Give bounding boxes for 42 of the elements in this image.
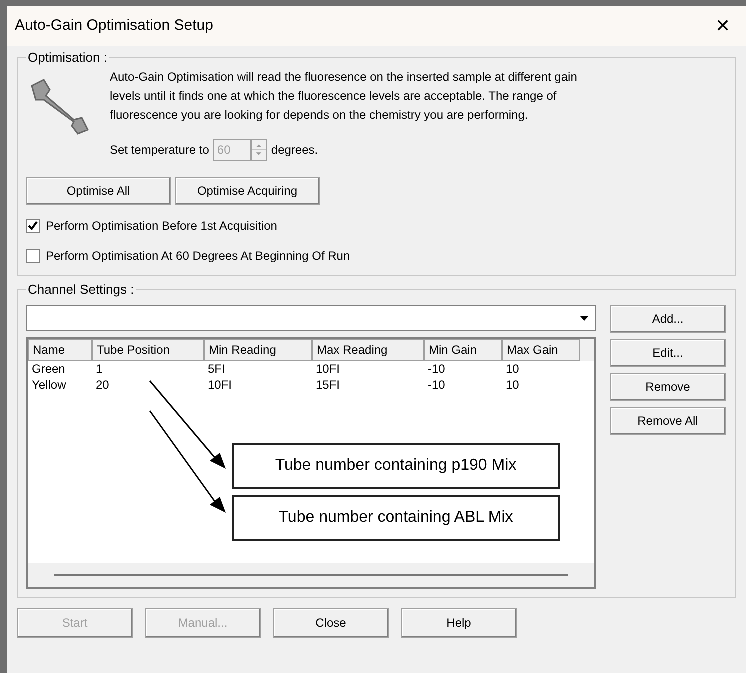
callout-box: Tube number containing ABL Mix [232, 495, 560, 541]
side-button[interactable]: Remove All [610, 407, 726, 435]
callout-box: Tube number containing p190 Mix [232, 443, 560, 489]
table-cell-text: 1 [95, 361, 104, 377]
window-title: Auto-Gain Optimisation Setup [15, 16, 214, 36]
group-label: Channel Settings : [27, 280, 136, 299]
horizontal-scrollbar[interactable] [28, 563, 594, 587]
table-cell-text: Green [31, 361, 66, 377]
footer-button[interactable]: Help [401, 608, 517, 638]
footer-button[interactable]: Close [273, 608, 389, 638]
checkbox[interactable] [26, 218, 40, 232]
side-button[interactable]: Add... [610, 305, 726, 333]
table-cell-text: 20 [95, 377, 110, 393]
column-header[interactable]: Max Gain [502, 339, 580, 361]
table-cell-text: 10 [505, 377, 520, 393]
table-cell-text: 15FI [315, 377, 342, 393]
column-header[interactable]: Max Reading [312, 339, 424, 361]
table-cell-text: 10 [505, 361, 520, 377]
checkbox-label: Perform Optimisation Before 1st Acquisition [46, 218, 278, 234]
channel-dropdown[interactable] [26, 305, 596, 331]
column-header[interactable]: Min Gain [424, 339, 502, 361]
column-header[interactable]: Tube Position [92, 339, 204, 361]
side-button[interactable]: Edit... [610, 339, 726, 367]
side-button[interactable]: Remove [610, 373, 726, 401]
checkbox-label: Perform Optimisation At 60 Degrees At Beginning Of Run [46, 248, 350, 264]
close-button[interactable]: ✕ [708, 12, 738, 40]
table-cell-text: 10FI [207, 377, 234, 393]
optimise-button[interactable]: Optimise All [26, 176, 171, 204]
caret-icon [580, 316, 588, 320]
checkbox[interactable] [26, 248, 40, 262]
temperature-label: Set temperature to [110, 142, 210, 158]
group-label: Optimisation : [27, 49, 108, 67]
table-cell-text: 5FI [207, 361, 226, 377]
description-text: Auto-Gain Optimisation will read the fluoresence on the inserted sample at different gain levels until it finds one at which the fluorescence levels are acceptable. The range of fluorescence you are looking for depends on the chemistry you are performing. [110, 68, 578, 124]
column-header[interactable]: Min Reading [204, 339, 312, 361]
temperature-unit: degrees. [271, 142, 318, 158]
optimise-button[interactable]: Optimise Acquiring [175, 176, 320, 204]
column-header[interactable]: Name [28, 339, 92, 361]
table-cell-text: 10FI [315, 361, 342, 377]
table-cell-text: -10 [427, 361, 446, 377]
table-cell-text: -10 [427, 377, 446, 393]
table-cell-text: Yellow [31, 377, 68, 393]
